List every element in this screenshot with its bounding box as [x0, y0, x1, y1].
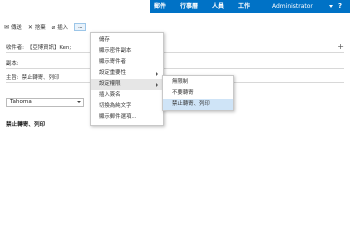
menu-item-set-permissions[interactable]: 設定權限	[91, 79, 163, 90]
paperclip-icon: ⌀	[51, 23, 56, 31]
insert-button[interactable]: ⌀ 插入	[52, 22, 68, 32]
permission-unrestricted[interactable]: 無限制	[163, 77, 233, 88]
nav-calendar[interactable]: 行事曆	[176, 0, 202, 13]
subject-label: 主旨:	[6, 75, 19, 81]
compose-toolbar: ✉ 傳送 ✕ 捨棄 ⌀ 插入 ...	[4, 22, 87, 32]
cc-field[interactable]: 副本:	[6, 58, 344, 69]
top-nav: 郵件 行事曆 人員 工作	[150, 0, 350, 13]
user-menu[interactable]: Administrator	[272, 3, 313, 10]
cc-label: 副本:	[6, 61, 19, 67]
insert-label: 插入	[57, 25, 69, 31]
message-body[interactable]: 禁止轉寄、列印	[6, 120, 45, 128]
close-icon: ✕	[27, 23, 33, 31]
top-bar: 郵件 行事曆 人員 工作 Administrator ?	[0, 0, 350, 15]
menu-item-show-from[interactable]: 顯示寄件者	[91, 57, 163, 68]
nav-mail[interactable]: 郵件	[150, 0, 170, 13]
permission-do-not-forward[interactable]: 不要轉寄	[163, 88, 233, 99]
more-options-button[interactable]: ...	[74, 23, 87, 31]
permissions-submenu: 無限制 不要轉寄 禁止轉寄、列印	[162, 75, 234, 111]
to-recipient[interactable]: 【亞博資訊】Ken;	[27, 43, 71, 51]
to-label: 收件者:	[6, 45, 24, 51]
more-options-menu: 儲存 顯示密件副本 顯示寄件者 設定重要性 設定權限 插入簽名 切換為純文字 顯…	[90, 32, 164, 126]
set-importance-label: 設定重要性	[99, 70, 126, 76]
send-label: 傳送	[11, 25, 22, 31]
font-family-select[interactable]: Tahoma	[6, 98, 84, 107]
send-icon: ✉	[4, 23, 10, 31]
nav-people[interactable]: 人員	[208, 0, 228, 13]
chevron-down-icon	[77, 101, 81, 103]
discard-button[interactable]: ✕ 捨棄	[28, 22, 46, 32]
menu-item-message-options[interactable]: 顯示郵件選項...	[91, 112, 163, 123]
help-icon[interactable]: ?	[338, 3, 342, 10]
discard-label: 捨棄	[34, 25, 46, 31]
chevron-right-icon	[156, 83, 158, 87]
menu-item-plain-text[interactable]: 切換為純文字	[91, 101, 163, 112]
chevron-down-icon[interactable]	[329, 5, 333, 8]
permission-no-forward-no-print[interactable]: 禁止轉寄、列印	[163, 99, 233, 110]
menu-item-save[interactable]: 儲存	[91, 35, 163, 46]
menu-item-insert-signature[interactable]: 插入簽名	[91, 90, 163, 101]
menu-item-set-importance[interactable]: 設定重要性	[91, 68, 163, 79]
send-button[interactable]: ✉ 傳送	[4, 22, 22, 32]
set-permissions-label: 設定權限	[99, 81, 121, 87]
nav-tasks[interactable]: 工作	[234, 0, 254, 13]
add-recipient-icon[interactable]: +	[337, 43, 344, 51]
subject-value[interactable]: 禁止轉寄、列印	[22, 73, 60, 81]
to-field[interactable]: 收件者: 【亞博資訊】Ken; +	[6, 42, 344, 53]
font-family-value: Tahoma	[10, 99, 32, 105]
menu-item-show-bcc[interactable]: 顯示密件副本	[91, 46, 163, 57]
chevron-right-icon	[156, 72, 158, 76]
